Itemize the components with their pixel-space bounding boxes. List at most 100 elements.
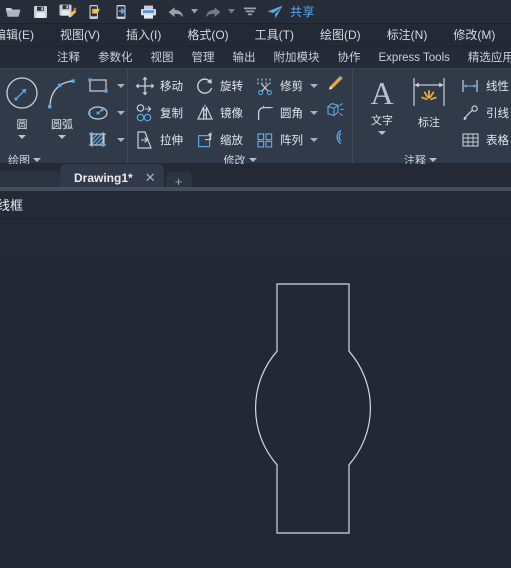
tab-addins[interactable]: 附加模块 <box>265 47 329 69</box>
move-button[interactable]: 移动 <box>131 73 185 98</box>
modify-col-3: 修剪 圆角 阵列 <box>251 73 320 152</box>
ribbon: 圆 圆弧 绘图 移动 复制 拉伸 旋转 镜像 缩放 修剪 圆角 阵列 修改 A … <box>0 69 511 167</box>
menu-item-draw[interactable]: 绘图(D) <box>307 24 374 47</box>
trim-button[interactable]: 修剪 <box>251 73 320 98</box>
tab-manage[interactable]: 管理 <box>183 47 224 69</box>
mirror-label: 镜像 <box>220 107 243 120</box>
share-device-icon[interactable] <box>108 0 135 24</box>
array-dropdown-caret[interactable] <box>310 137 318 142</box>
tab-featured-apps[interactable]: 精选应用 <box>459 47 511 69</box>
text-button[interactable]: A 文字 <box>359 73 405 135</box>
tab-collaborate[interactable]: 协作 <box>329 47 370 69</box>
rotate-icon <box>193 74 217 98</box>
menu-item-dimension[interactable]: 标注(N) <box>374 24 441 47</box>
circle-button[interactable]: 圆 <box>2 73 42 139</box>
rotate-button[interactable]: 旋转 <box>191 73 245 98</box>
modify-col-4 <box>322 73 348 152</box>
ribbon-tab-bar: 注释 参数化 视图 管理 输出 附加模块 协作 Express Tools 精选… <box>0 47 511 69</box>
linear-dimension-button[interactable]: 线性 <box>457 73 511 98</box>
stretch-button[interactable]: 拉伸 <box>131 127 185 152</box>
undo-icon[interactable] <box>162 0 189 24</box>
match-properties-button[interactable] <box>322 73 348 98</box>
tab-parametric[interactable]: 参数化 <box>89 47 142 69</box>
autocad-window: 共享 编辑(E) 视图(V) 插入(I) 格式(O) 工具(T) 绘图(D) 标… <box>0 0 511 568</box>
mirror-button[interactable]: 镜像 <box>191 100 245 125</box>
quick-access-toolbar: 共享 <box>0 0 511 24</box>
menu-item-tools[interactable]: 工具(T) <box>242 24 307 47</box>
shape-outline <box>255 283 371 534</box>
linear-dimension-icon <box>459 74 483 98</box>
save-icon[interactable] <box>27 0 54 24</box>
dimension-button[interactable]: 标注 <box>405 73 453 130</box>
hatch-icon <box>86 128 110 152</box>
panel-annotation-caret[interactable] <box>429 158 437 162</box>
menu-item-insert[interactable]: 插入(I) <box>113 24 174 47</box>
customize-icon[interactable] <box>236 0 263 24</box>
scale-button[interactable]: 缩放 <box>191 127 245 152</box>
offset-button[interactable] <box>322 127 348 152</box>
tab-output[interactable]: 输出 <box>224 47 265 69</box>
redo-dropdown-caret[interactable] <box>226 0 236 24</box>
arc-icon <box>48 79 75 109</box>
save-as-icon[interactable] <box>54 0 81 24</box>
share-icon[interactable] <box>263 0 287 24</box>
circle-label: 圆 <box>16 119 28 131</box>
redo-icon[interactable] <box>199 0 226 24</box>
linear-dimension-label: 线性 <box>486 80 509 93</box>
tab-underline <box>0 187 511 191</box>
panel-draw-caret[interactable] <box>33 158 41 162</box>
array-button[interactable]: 阵列 <box>251 127 320 152</box>
rectangle-dropdown-caret[interactable] <box>117 83 125 88</box>
tab-annotate[interactable]: 注释 <box>48 47 89 69</box>
menu-item-view[interactable]: 视图(V) <box>47 24 113 47</box>
visual-style-label: 线框 <box>0 198 24 213</box>
table-button[interactable]: 表格 <box>457 127 511 152</box>
trim-dropdown-caret[interactable] <box>310 83 318 88</box>
ellipse-dropdown-caret[interactable] <box>117 110 125 115</box>
print-icon[interactable] <box>135 0 162 24</box>
fillet-dropdown-caret[interactable] <box>310 110 318 115</box>
svg-text:A: A <box>370 75 393 111</box>
dimension-icon <box>413 78 445 106</box>
visual-style-control[interactable]: 线框 <box>0 195 23 214</box>
export-icon[interactable] <box>81 0 108 24</box>
drawing-geometry <box>255 283 371 534</box>
circle-dropdown-caret[interactable] <box>18 135 26 139</box>
text-dropdown-caret[interactable] <box>378 131 386 135</box>
modify-col-2: 旋转 镜像 缩放 <box>191 73 245 152</box>
drawing-canvas[interactable] <box>0 255 511 568</box>
leader-button[interactable]: 引线 <box>457 100 511 125</box>
ellipse-icon <box>86 101 110 125</box>
rectangle-button[interactable] <box>84 73 127 98</box>
rotate-label: 旋转 <box>220 80 243 93</box>
hatch-dropdown-caret[interactable] <box>117 137 125 142</box>
explode-button[interactable] <box>322 100 348 125</box>
rectangle-icon <box>86 74 110 98</box>
trim-label: 修剪 <box>280 80 303 93</box>
copy-label: 复制 <box>160 107 183 120</box>
undo-dropdown-caret[interactable] <box>189 0 199 24</box>
fillet-label: 圆角 <box>280 107 303 120</box>
text-label: 文字 <box>371 115 393 127</box>
fillet-button[interactable]: 圆角 <box>251 100 320 125</box>
panel-draw: 圆 圆弧 绘图 <box>0 69 128 167</box>
menu-item-modify[interactable]: 修改(M) <box>440 24 508 47</box>
tab-view[interactable]: 视图 <box>142 47 183 69</box>
arc-button[interactable]: 圆弧 <box>42 73 82 139</box>
menu-item-format[interactable]: 格式(O) <box>174 24 241 47</box>
close-icon[interactable]: ✕ <box>145 170 156 186</box>
arc-label: 圆弧 <box>51 119 73 131</box>
share-label[interactable]: 共享 <box>290 3 315 20</box>
ellipse-button[interactable] <box>84 100 127 125</box>
copy-button[interactable]: 复制 <box>131 100 185 125</box>
menu-item-edit[interactable]: 编辑(E) <box>0 24 47 47</box>
tab-express-tools[interactable]: Express Tools <box>370 47 459 69</box>
arc-dropdown-caret[interactable] <box>58 135 66 139</box>
panel-modify-caret[interactable] <box>248 158 257 162</box>
table-icon <box>459 128 483 152</box>
table-label: 表格 <box>486 134 509 147</box>
move-icon <box>133 74 157 98</box>
panel-annotation: A 文字 标注 线性 引线 表格 注释 <box>353 69 511 167</box>
open-icon[interactable] <box>0 0 27 24</box>
hatch-button[interactable] <box>84 127 127 152</box>
